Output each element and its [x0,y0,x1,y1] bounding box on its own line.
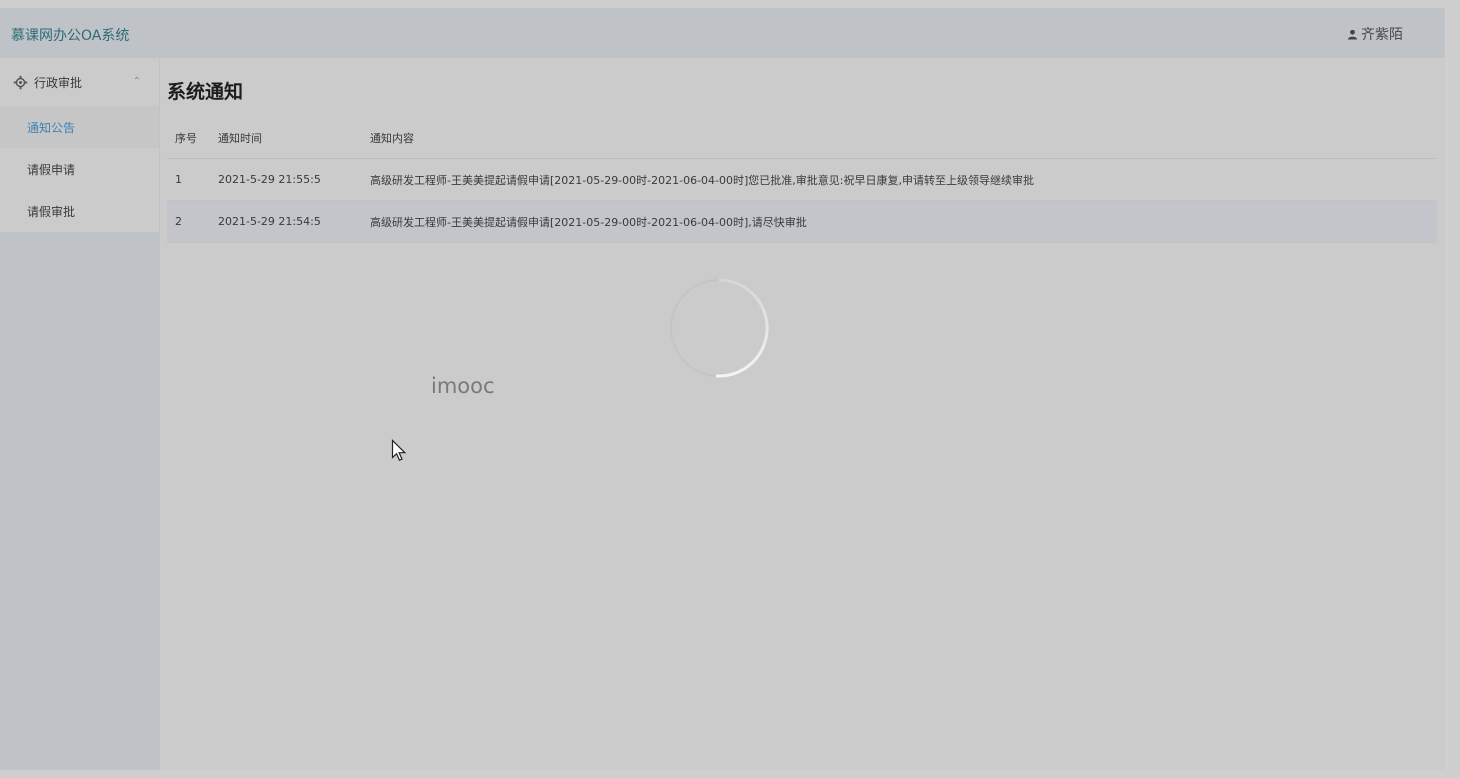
page-title: 系统通知 [167,81,244,103]
sidebar: 行政审批 ⌃ 通知公告 请假申请 请假审批 [0,58,160,770]
col-header-time: 通知时间 [217,118,369,159]
app-window: 慕课网办公OA系统 齐紫陌 行政审批 ⌃ 通知公告 请假申请 请假审批 系统通知… [0,8,1445,770]
user-name: 齐紫陌 [1361,27,1403,43]
table-row[interactable]: 2 2021-5-29 21:54:5 高级研发工程师-王美美提起请假申请[20… [167,200,1437,243]
user-icon [1347,29,1358,40]
notice-table: 序号 通知时间 通知内容 1 2021-5-29 21:55:5 高级研发工程师… [167,118,1437,243]
sidebar-item-notice[interactable]: 通知公告 [0,106,159,148]
table-header-row: 序号 通知时间 通知内容 [167,118,1437,159]
cell-content: 高级研发工程师-王美美提起请假申请[2021-05-29-00时-2021-06… [369,200,1437,243]
menu-group-header[interactable]: 行政审批 ⌃ [0,58,159,106]
watermark-text: imooc [431,374,495,398]
mouse-cursor-icon [391,439,407,461]
top-bar: 慕课网办公OA系统 齐紫陌 [0,8,1445,58]
main-content: 系统通知 序号 通知时间 通知内容 1 2021-5-29 21:55:5 高级… [160,58,1445,770]
user-menu[interactable]: 齐紫陌 [1347,24,1403,44]
col-header-content: 通知内容 [369,118,1437,159]
col-header-index: 序号 [167,118,217,159]
sidebar-item-leave-audit[interactable]: 请假审批 [0,190,159,232]
gear-icon [13,75,28,89]
app-brand[interactable]: 慕课网办公OA系统 [11,25,129,45]
menu-group-label: 行政审批 [34,75,83,90]
table-row[interactable]: 1 2021-5-29 21:55:5 高级研发工程师-王美美提起请假申请[20… [167,158,1437,201]
cell-content: 高级研发工程师-王美美提起请假申请[2021-05-29-00时-2021-06… [369,158,1437,201]
cell-time: 2021-5-29 21:54:5 [217,200,369,243]
cell-index: 2 [167,200,217,243]
chevron-up-icon: ⌃ [132,76,141,87]
sidebar-item-leave-apply[interactable]: 请假申请 [0,148,159,190]
loading-spinner-icon [670,278,769,378]
cell-index: 1 [167,158,217,201]
cell-time: 2021-5-29 21:55:5 [217,158,369,201]
menu-group-admin: 行政审批 ⌃ 通知公告 请假申请 请假审批 [0,58,159,232]
